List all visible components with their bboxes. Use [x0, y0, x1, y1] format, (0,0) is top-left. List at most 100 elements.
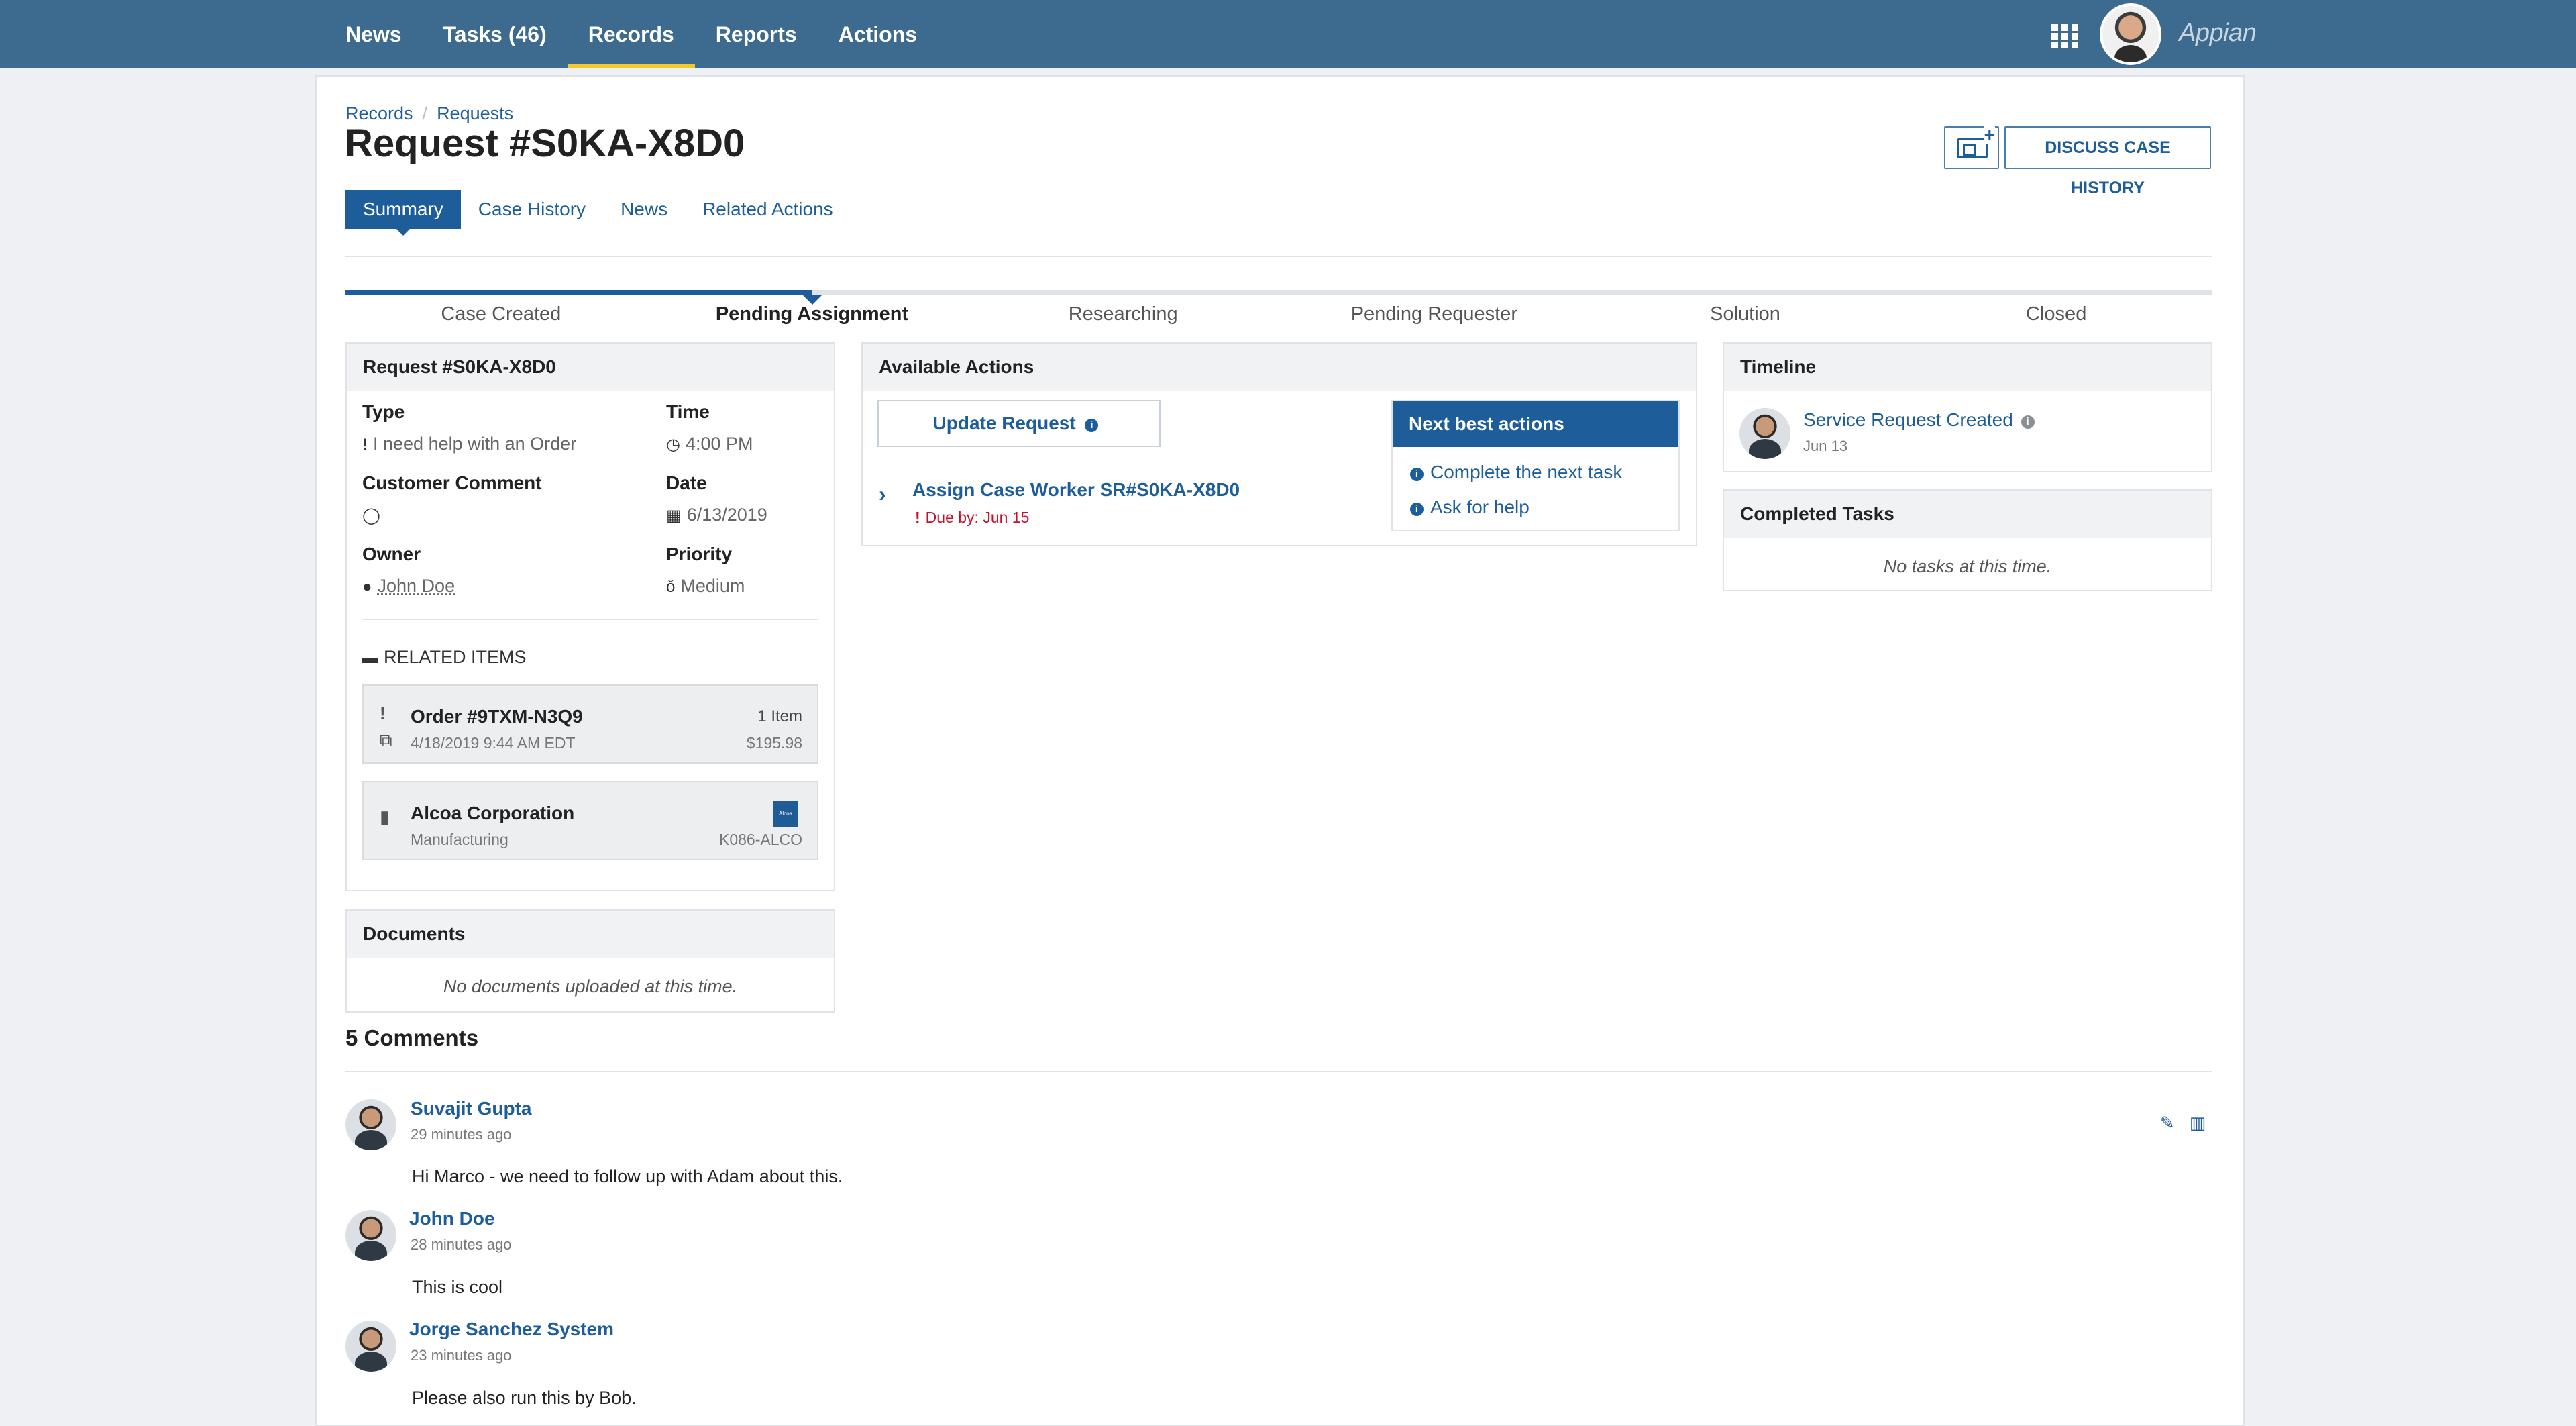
related-item-subtitle: 4/18/2019 9:44 AM EDT [411, 734, 576, 752]
info-icon: i [1410, 468, 1424, 481]
time-value: ◷ 4:00 PM [666, 434, 753, 454]
stage-pending-requester: Pending Requester [1350, 303, 1517, 325]
update-request-label: Update Request [932, 413, 1076, 434]
edit-icon[interactable]: ✎ [2160, 1113, 2175, 1133]
nba-complete-next-task[interactable]: i Complete the next task [1393, 462, 1678, 483]
owner-field: Owner ● John Doe [362, 544, 455, 597]
comment-text: Please also run this by Bob. [412, 1388, 637, 1408]
related-items-text: RELATED ITEMS [384, 647, 527, 667]
comment-time: 28 minutes ago [411, 1236, 512, 1253]
nav-tasks[interactable]: Tasks (46) [423, 0, 568, 68]
nav-actions[interactable]: Actions [818, 0, 938, 68]
stage-closed: Closed [2026, 303, 2087, 325]
type-text: I need help with an Order [373, 434, 577, 454]
info-icon: i [1085, 419, 1099, 432]
stage-pending-assignment: Pending Assignment [715, 303, 909, 325]
stage-progress-bar [345, 290, 2212, 305]
info-icon: i [1410, 503, 1424, 516]
app-launcher-icon[interactable] [2051, 24, 2080, 48]
stage-researching: Researching [1068, 303, 1178, 325]
discuss-case-history-button[interactable]: DISCUSS CASE HISTORY [2004, 126, 2211, 197]
trash-icon[interactable]: ▥ [2190, 1113, 2206, 1133]
info-icon: i [2021, 415, 2035, 429]
date-value: ▦ 6/13/2019 [666, 505, 767, 525]
top-navigation-bar: News Tasks (46) Records Reports Actions … [0, 0, 2576, 68]
due-date: ! Due by: Jun 15 [915, 509, 1029, 527]
date-label: Date [666, 472, 707, 493]
comment-time: 29 minutes ago [411, 1126, 512, 1143]
documents-empty-message: No documents uploaded at this time. [443, 976, 738, 997]
type-field: Type ! I need help with an Order [362, 401, 576, 454]
completed-tasks-header: Completed Tasks [1724, 491, 2211, 538]
nba-ask-for-help[interactable]: i Ask for help [1393, 497, 1678, 518]
timeline-avatar [1739, 408, 1790, 459]
type-label: Type [362, 401, 405, 422]
owner-link[interactable]: John Doe [378, 576, 455, 596]
thermometer-icon: ǒ [666, 578, 676, 596]
type-value: ! I need help with an Order [362, 434, 576, 454]
details-header: Request #S0KA-X8D0 [347, 344, 834, 391]
task-row: Assign Case Worker SR#S0KA-X8D0 [912, 479, 1240, 501]
related-item-title: Alcoa Corporation [411, 803, 575, 823]
customer-comment-value: ◯ [362, 505, 542, 525]
customer-comment-label: Customer Comment [362, 472, 542, 493]
owner-label: Owner [362, 544, 421, 564]
speech-bubble-icon: ◯ [362, 507, 380, 525]
related-item-amount: $195.98 [746, 734, 802, 752]
related-item-count: 1 Item [757, 707, 802, 725]
news-post-icon [1957, 125, 1995, 158]
date-field: Date ▦ 6/13/2019 [666, 472, 767, 525]
user-icon: ● [362, 578, 372, 596]
comment-author[interactable]: Jorge Sanchez System [409, 1319, 614, 1340]
commenter-avatar [345, 1099, 396, 1150]
comments-divider [345, 1071, 2212, 1072]
building-icon: ▮ [380, 807, 390, 827]
clock-icon: ◷ [666, 436, 680, 454]
exclamation-icon: ! [362, 436, 368, 454]
company-logo: Alcoa [773, 801, 798, 827]
completed-tasks-empty-message: No tasks at this time. [1883, 556, 2052, 576]
feed-post-button[interactable] [1944, 125, 1999, 169]
nav-news[interactable]: News [325, 0, 423, 68]
priority-label: Priority [666, 544, 733, 564]
time-field: Time ◷ 4:00 PM [666, 401, 753, 454]
user-avatar[interactable] [2100, 3, 2161, 65]
tab-case-history[interactable]: Case History [461, 190, 603, 229]
exclamation-icon: ! [380, 703, 386, 723]
nba-item-label: Ask for help [1430, 497, 1529, 517]
tab-news[interactable]: News [603, 190, 685, 229]
documents-panel: Documents No documents uploaded at this … [345, 909, 835, 1013]
nav-reports[interactable]: Reports [695, 0, 818, 68]
comment-author[interactable]: Suvajit Gupta [411, 1098, 531, 1119]
date-text: 6/13/2019 [686, 505, 767, 525]
stage-case-created: Case Created [441, 303, 561, 325]
timeline-event[interactable]: Service Request Created i [1803, 409, 2041, 431]
tab-related-actions[interactable]: Related Actions [685, 190, 851, 229]
archive-icon: ▬ [362, 649, 378, 667]
due-text: Due by: Jun 15 [925, 509, 1030, 526]
owner-value: ● John Doe [362, 576, 455, 597]
nav-records[interactable]: Records [567, 0, 695, 68]
priority-text: Medium [680, 576, 745, 596]
tab-summary[interactable]: Summary [345, 190, 461, 236]
timeline-header: Timeline [1724, 344, 2211, 391]
timeline-event-text: Service Request Created [1803, 409, 2013, 430]
related-item-account[interactable]: ▮ Alcoa Corporation Manufacturing Alcoa … [362, 781, 818, 860]
stage-solution: Solution [1710, 303, 1780, 325]
comment-text: Hi Marco - we need to follow up with Ada… [412, 1166, 843, 1186]
chevron-right-icon[interactable]: › [879, 482, 886, 507]
assign-case-worker-link[interactable]: Assign Case Worker SR#S0KA-X8D0 [912, 479, 1240, 500]
copy-icon: ⧉ [380, 730, 392, 750]
comment-text: This is cool [412, 1277, 503, 1297]
page-title: Request #S0KA-X8D0 [345, 121, 745, 165]
next-best-actions-panel: Next best actions i Complete the next tas… [1391, 400, 1680, 531]
comment-author[interactable]: John Doe [409, 1208, 495, 1229]
comment-actions: ✎ ▥ [2160, 1113, 2206, 1133]
commenter-avatar [345, 1210, 396, 1261]
related-item-code: K086-ALCO [718, 831, 802, 848]
related-item-title: Order #9TXM-N3Q9 [411, 706, 583, 727]
customer-comment-field: Customer Comment ◯ [362, 472, 542, 525]
stage-labels: Case Created Pending Assignment Research… [345, 303, 2212, 325]
update-request-button[interactable]: Update Request i [877, 400, 1161, 447]
related-item-order[interactable]: ! ⧉ Order #9TXM-N3Q9 4/18/2019 9:44 AM E… [362, 684, 818, 764]
